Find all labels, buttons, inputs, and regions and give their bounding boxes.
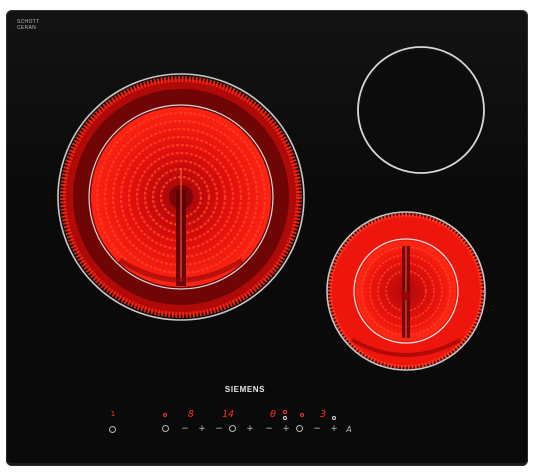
zone3-display: 3 — [320, 409, 327, 420]
zone2-display: 0 — [270, 409, 277, 420]
power-icon[interactable] — [109, 426, 116, 433]
zone1-select-icon[interactable] — [162, 425, 169, 432]
brand-logo: SIEMENS — [224, 385, 266, 394]
zone1-minus-button[interactable]: − — [180, 425, 190, 434]
timer-minus-button[interactable]: − — [214, 425, 224, 434]
lock-button[interactable]: A — [344, 425, 354, 434]
zone3-minus-button[interactable]: − — [312, 425, 322, 434]
zone3-select-icon[interactable] — [296, 425, 303, 432]
zone3-plus-button[interactable]: + — [329, 425, 339, 434]
bottom-right-cooking-zone[interactable] — [326, 211, 486, 371]
zone1-display: 8 — [188, 409, 195, 420]
zone2-indicator-dot-icon — [283, 416, 287, 420]
timer-display: 14 — [222, 409, 235, 420]
zone3-indicator-icon — [300, 413, 304, 417]
timer-clock-icon[interactable] — [229, 425, 236, 432]
zone2-plus-button[interactable]: + — [281, 425, 291, 434]
cooking-zones — [57, 46, 486, 371]
zone1-plus-button[interactable]: + — [197, 425, 207, 434]
large-cooking-zone[interactable] — [57, 73, 305, 321]
zone3-indicator-dot-icon — [332, 416, 336, 420]
zone2-indicator-icon — [283, 410, 287, 414]
top-right-cooking-zone[interactable] — [357, 46, 485, 174]
zone2-minus-button[interactable]: − — [264, 425, 274, 434]
timer-plus-button[interactable]: + — [245, 425, 255, 434]
zone1-indicator-icon — [163, 413, 167, 417]
indicator-1: 1 — [110, 410, 116, 418]
